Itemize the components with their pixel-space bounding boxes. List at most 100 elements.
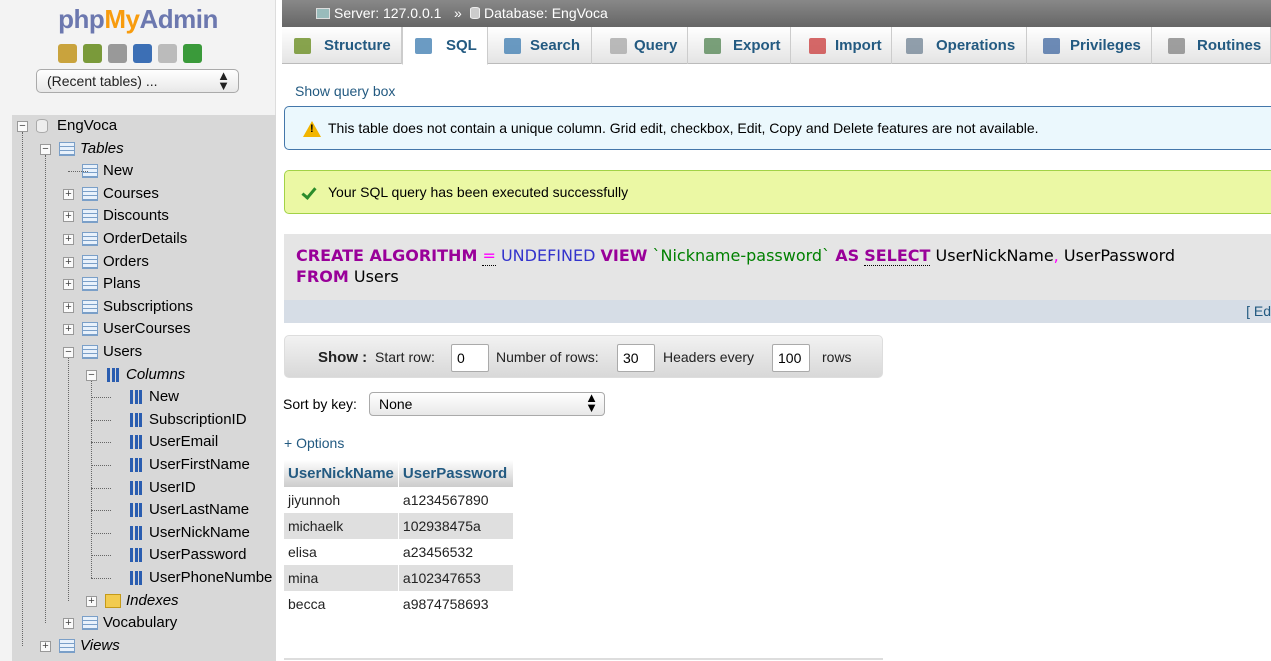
- tree-tables-group[interactable]: − Tables: [12, 138, 276, 160]
- tree-indexes-group[interactable]: + Indexes: [12, 590, 276, 612]
- tree-label: UserPassword: [149, 546, 247, 564]
- tree-new-column[interactable]: New: [12, 386, 276, 408]
- tab-label: Import: [835, 37, 882, 54]
- expand-icon[interactable]: +: [63, 618, 74, 630]
- tree-label: Tables: [80, 139, 124, 157]
- breadcrumb: Server: 127.0.0.1 » Database: EngVoca: [282, 0, 1271, 27]
- tree-connector: [68, 358, 69, 601]
- notice-text: This table does not contain a unique col…: [328, 120, 1039, 136]
- column-icon: [130, 480, 142, 495]
- headers-every-input[interactable]: 100: [772, 344, 810, 372]
- tree-column-userlastname[interactable]: UserLastName: [12, 499, 276, 521]
- tab-query[interactable]: Query: [592, 27, 688, 64]
- tree-table-users[interactable]: − Users: [12, 341, 276, 363]
- tab-search[interactable]: Search: [488, 27, 592, 64]
- tree-column-userid[interactable]: UserID: [12, 477, 276, 499]
- tree-db-engvoca[interactable]: − EngVoca: [12, 115, 276, 137]
- tab-structure[interactable]: Structure: [282, 27, 402, 64]
- collapse-icon[interactable]: −: [40, 143, 51, 155]
- query-window-icon[interactable]: [108, 44, 127, 63]
- tab-routines[interactable]: Routines: [1152, 27, 1271, 64]
- sql-query-display: CREATE ALGORITHM = UNDEFINED VIEW `Nickn…: [284, 234, 1271, 300]
- tree-column-useremail[interactable]: UserEmail: [12, 431, 276, 453]
- table-cell: a9874758693: [398, 591, 514, 617]
- tree-table-vocabulary[interactable]: + Vocabulary: [12, 612, 276, 634]
- tree-table-discounts[interactable]: + Discounts: [12, 205, 276, 227]
- tree-column-userphonenumbe[interactable]: UserPhoneNumbe: [12, 567, 276, 589]
- tree-views-group[interactable]: + Views: [12, 635, 276, 657]
- tab-privileges[interactable]: Privileges: [1027, 27, 1152, 64]
- tree-table-orderdetails[interactable]: + OrderDetails: [12, 228, 276, 250]
- tree-table-courses[interactable]: + Courses: [12, 183, 276, 205]
- tab-export[interactable]: Export: [688, 27, 791, 64]
- tree-table-orders[interactable]: + Orders: [12, 251, 276, 273]
- structure-icon: [294, 38, 311, 54]
- tree-new-table[interactable]: New: [12, 160, 276, 182]
- table-cell: michaelk: [284, 513, 399, 539]
- column-header-userpassword[interactable]: UserPassword: [398, 460, 514, 487]
- tree-column-subscriptionid[interactable]: SubscriptionID: [12, 409, 276, 431]
- tree-label: Discounts: [103, 207, 169, 225]
- table-icon: [82, 616, 98, 631]
- tab-operations[interactable]: Operations: [892, 27, 1027, 64]
- table-icon: [82, 209, 98, 224]
- table-icon: [59, 638, 75, 653]
- expand-icon[interactable]: +: [86, 595, 97, 607]
- expand-icon[interactable]: +: [63, 279, 74, 291]
- collapse-icon[interactable]: −: [63, 347, 74, 358]
- expand-icon[interactable]: +: [63, 256, 74, 268]
- column-header-usernickname[interactable]: UserNickName: [284, 460, 399, 487]
- phpmyadmin-logo[interactable]: phpMyAdmin: [0, 4, 276, 35]
- number-of-rows-input[interactable]: 30: [617, 344, 655, 372]
- table-cell: 102938475a: [398, 513, 514, 539]
- tab-label: Routines: [1197, 37, 1262, 54]
- column-icon: [130, 412, 142, 427]
- index-icon: [105, 593, 121, 608]
- tree-table-subscriptions[interactable]: + Subscriptions: [12, 296, 276, 318]
- tree-column-userfirstname[interactable]: UserFirstName: [12, 454, 276, 476]
- expand-icon[interactable]: +: [63, 301, 74, 313]
- expand-icon[interactable]: +: [63, 324, 74, 336]
- table-cell: a102347653: [398, 565, 514, 591]
- tab-sql[interactable]: SQL: [402, 27, 488, 65]
- tree-columns-group[interactable]: − Columns: [12, 364, 276, 386]
- expand-icon[interactable]: +: [63, 188, 74, 200]
- table-row: becca a9874758693: [284, 591, 514, 617]
- expand-icon[interactable]: +: [63, 234, 74, 245]
- column-icon: [130, 548, 142, 563]
- show-query-box-link[interactable]: Show query box: [295, 83, 395, 99]
- search-icon: [504, 38, 521, 54]
- docs-icon[interactable]: [158, 44, 177, 63]
- start-row-input[interactable]: 0: [451, 344, 489, 372]
- tree-label: OrderDetails: [103, 230, 188, 247]
- sort-by-key-select[interactable]: None ▲ ▼: [369, 391, 605, 416]
- tree-label: Orders: [103, 252, 149, 270]
- breadcrumb-database[interactable]: Database: EngVoca: [470, 5, 608, 21]
- collapse-icon[interactable]: −: [17, 121, 28, 132]
- tab-import[interactable]: Import: [791, 27, 892, 64]
- table-icon: [82, 345, 98, 359]
- collapse-icon[interactable]: −: [86, 369, 97, 381]
- tree-table-usercourses[interactable]: + UserCourses: [12, 318, 276, 340]
- expand-icon[interactable]: +: [40, 640, 51, 652]
- reload-icon[interactable]: [183, 44, 202, 63]
- help-icon[interactable]: [133, 44, 152, 63]
- column-icon: [130, 503, 142, 518]
- tree-table-plans[interactable]: + Plans: [12, 273, 276, 295]
- tree-connector: [45, 154, 46, 624]
- home-icon[interactable]: [58, 44, 77, 63]
- options-link[interactable]: + Options: [284, 435, 344, 451]
- exit-icon[interactable]: [83, 44, 102, 63]
- divider: [284, 658, 883, 660]
- tree-column-userpassword[interactable]: UserPassword: [12, 544, 276, 566]
- tree-label: Indexes: [126, 591, 179, 609]
- tree-label: Vocabulary: [103, 614, 178, 632]
- operations-icon: [906, 38, 923, 54]
- edit-query-link[interactable]: [ Ed: [1246, 303, 1271, 319]
- recent-tables-select[interactable]: (Recent tables) ... ▲ ▼: [36, 69, 239, 93]
- expand-icon[interactable]: +: [63, 211, 74, 223]
- tree-connector: [91, 532, 111, 534]
- sql-action-bar: [ Ed: [284, 300, 1271, 323]
- tree-column-usernickname[interactable]: UserNickName: [12, 522, 276, 544]
- breadcrumb-server[interactable]: Server: 127.0.0.1: [316, 5, 441, 21]
